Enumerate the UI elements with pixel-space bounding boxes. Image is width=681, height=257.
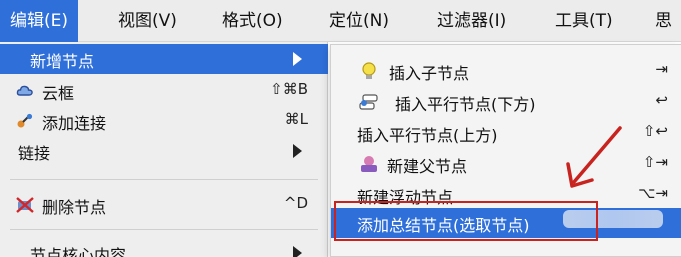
menu-item-node-core-content[interactable]: 节点核心内容 [0,238,328,257]
menu-separator [10,229,318,230]
submenu-arrow-icon [293,52,302,66]
menu-navigate[interactable]: 定位(N) [329,0,389,42]
menu-item-new-node[interactable]: 新增节点 [0,44,328,74]
menu-item-delete-node[interactable]: 删除节点 ^D [0,190,328,220]
edit-menu: 新增节点 云框 ⇧⌘B 添加连接 ⌘L 链接 删除节点 ^D 节点核心内容 [0,42,328,257]
menu-item-cloud[interactable]: 云框 ⇧⌘B [0,76,328,106]
menu-item-label: 添加连接 [42,114,107,133]
menu-item-label: 链接 [18,144,51,163]
menu-format[interactable]: 格式(O) [222,0,283,42]
annotation-arrow-icon [566,126,622,188]
shortcut-label: ⇧⌘B [270,80,308,98]
submenu-item-label: 新建父节点 [387,157,468,176]
parent-node-icon [361,156,377,172]
link-add-icon [17,113,33,128]
menu-separator [10,179,318,180]
menu-item-label: 节点核心内容 [30,246,127,257]
menu-item-add-link[interactable]: 添加连接 ⌘L [0,106,328,136]
shortcut-label: ⌘L [284,110,308,128]
shortcut-label: ^D [283,194,308,212]
menu-view[interactable]: 视图(V) [118,0,177,42]
menu-item-label: 云框 [42,84,75,103]
menu-edit[interactable]: 编辑(E) [0,0,79,42]
sibling-node-icon [359,94,378,110]
menu-filter[interactable]: 过滤器(I) [437,0,506,42]
menu-item-links[interactable]: 链接 [0,136,328,166]
submenu-item-label: 插入平行节点(下方) [395,95,536,114]
delete-node-icon [16,197,34,213]
submenu-item-label: 插入平行节点(上方) [357,126,498,145]
lightbulb-icon [362,62,376,79]
shortcut-label: ⇧↩ [642,122,668,140]
menu-tools[interactable]: 工具(T) [555,0,613,42]
annotation-highlight-box [334,201,598,241]
menu-item-label: 删除节点 [42,198,107,217]
shortcut-label: ⇧⇥ [642,153,668,171]
shortcut-label: ⌥⇥ [638,184,668,202]
menu-more[interactable]: 思 [655,0,672,42]
submenu-item-insert-child[interactable]: 插入子节点 ⇥ [331,56,681,86]
submenu-item-label: 插入子节点 [389,64,470,83]
menu-item-label: 新增节点 [30,52,95,71]
submenu-item-insert-sibling-below[interactable]: 插入平行节点(下方) ↩ [331,87,681,117]
menu-bar: 编辑(E) 视图(V) 格式(O) 定位(N) 过滤器(I) 工具(T) 思 [0,0,681,42]
submenu-arrow-icon [293,246,302,257]
shortcut-label: ↩ [655,91,668,109]
submenu-arrow-icon [293,144,302,158]
shortcut-label: ⇥ [655,60,668,78]
cloud-icon [16,85,33,96]
